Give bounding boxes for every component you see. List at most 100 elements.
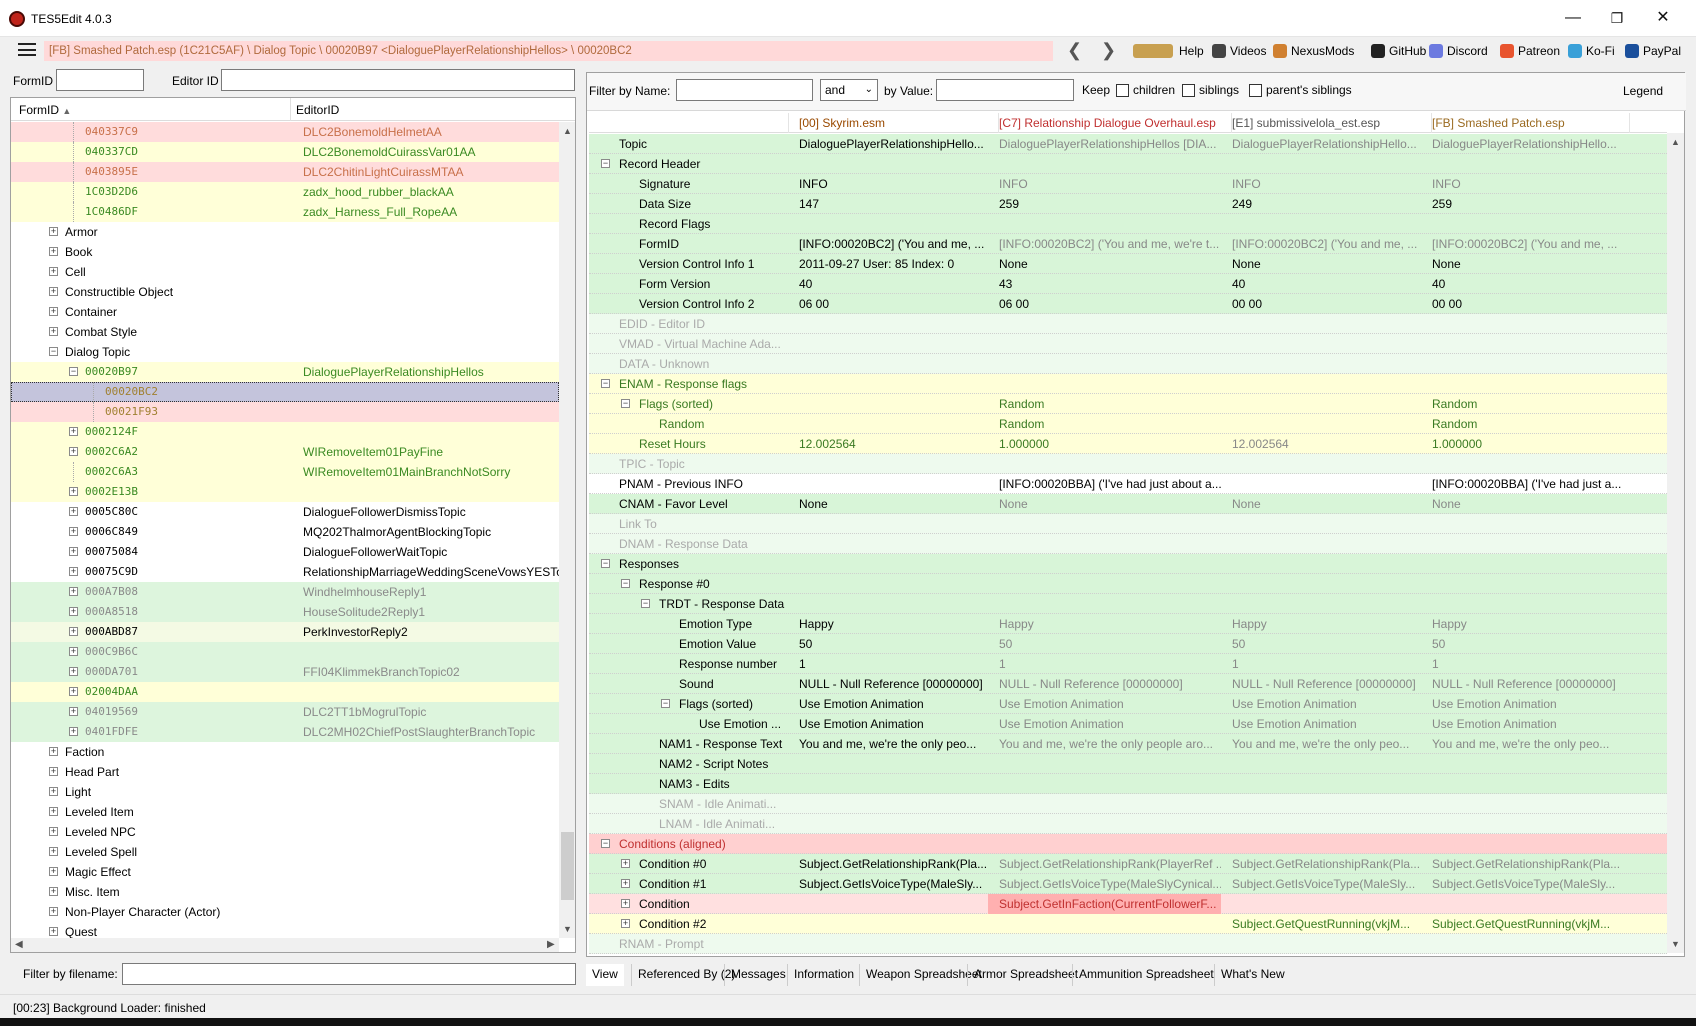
expand-icon[interactable]: + xyxy=(69,567,78,576)
record-row[interactable]: Record Flags xyxy=(589,214,1667,234)
record-row[interactable]: Random Random Random xyxy=(589,414,1667,434)
tree-row[interactable]: 0002C6A3 WIRemoveItem01MainBranchNotSorry xyxy=(11,462,559,482)
tab-armor-spreadsheet[interactable]: Armor Spreadsheet xyxy=(967,964,1084,986)
expand-icon[interactable]: + xyxy=(69,687,78,696)
record-row[interactable]: Emotion Type Happy Happy Happy Happy xyxy=(589,614,1667,634)
record-row[interactable]: Version Control Info 1 2011-09-27 User: 8… xyxy=(589,254,1667,274)
back-arrow-icon[interactable]: ❮ xyxy=(1067,40,1082,61)
scroll-down-icon[interactable]: ▼ xyxy=(1671,939,1680,949)
maximize-button[interactable]: ❐ xyxy=(1594,5,1640,31)
expand-icon[interactable]: + xyxy=(69,447,78,456)
forward-arrow-icon[interactable]: ❯ xyxy=(1101,40,1116,61)
and-select[interactable]: and ⌄ xyxy=(820,79,878,101)
scrollbar-thumb[interactable] xyxy=(561,832,574,900)
expand-icon[interactable]: + xyxy=(49,927,58,936)
tree-row[interactable]: +0005C80C DialogueFollowerDismissTopic xyxy=(11,502,559,522)
tree-row[interactable]: +0401FDFE DLC2MH02ChiefPostSlaughterBranc… xyxy=(11,722,559,742)
expand-icon[interactable]: + xyxy=(49,287,58,296)
tree-row[interactable]: − Dialog Topic xyxy=(11,342,559,362)
expand-icon[interactable]: + xyxy=(69,587,78,596)
collapse-icon[interactable]: − xyxy=(661,699,670,708)
collapse-icon[interactable]: − xyxy=(621,399,630,408)
column-header[interactable]: [FB] Smashed Patch.esp xyxy=(1432,116,1565,130)
collapse-icon[interactable]: − xyxy=(621,579,630,588)
hamburger-menu-icon[interactable] xyxy=(18,43,36,56)
record-row[interactable]: Signature INFO INFO INFO INFO xyxy=(589,174,1667,194)
record-row[interactable]: Link To xyxy=(589,514,1667,534)
tree-row[interactable]: +000A8518 HouseSolitude2Reply1 xyxy=(11,602,559,622)
scroll-down-icon[interactable]: ▼ xyxy=(563,924,572,934)
parents-siblings-checkbox[interactable] xyxy=(1249,84,1262,97)
tree-row[interactable]: +000ABD87 PerkInvestorReply2 xyxy=(11,622,559,642)
tree-row[interactable]: + Combat Style xyxy=(11,322,559,342)
expand-icon[interactable]: + xyxy=(49,847,58,856)
record-row[interactable]: DATA - Unknown xyxy=(589,354,1667,374)
tree-row[interactable]: + Leveled Spell xyxy=(11,842,559,862)
record-row[interactable]: NAM1 - Response Text You and me, we're th… xyxy=(589,734,1667,754)
expand-icon[interactable]: + xyxy=(49,787,58,796)
record-row[interactable]: EDID - Editor ID xyxy=(589,314,1667,334)
expand-icon[interactable]: + xyxy=(49,227,58,236)
record-row[interactable]: − Responses xyxy=(589,554,1667,574)
collapse-icon[interactable]: − xyxy=(69,367,78,376)
record-row[interactable]: + Condition Subject.GetInFaction(CurrentFo… xyxy=(589,894,1667,914)
record-row[interactable]: − Flags (sorted) Use Emotion Animation Use … xyxy=(589,694,1667,714)
tree-row[interactable]: + Magic Effect xyxy=(11,862,559,882)
editorid-input[interactable] xyxy=(221,69,575,91)
record-row[interactable]: NAM2 - Script Notes xyxy=(589,754,1667,774)
record-row[interactable]: Form Version 40 43 40 40 xyxy=(589,274,1667,294)
tree-row[interactable]: + Armor xyxy=(11,222,559,242)
tree-row[interactable]: + Book xyxy=(11,242,559,262)
record-row[interactable]: + Condition #2 Subject.GetQuestRunning(vkj… xyxy=(589,914,1667,934)
expand-icon[interactable]: + xyxy=(69,527,78,536)
siblings-checkbox[interactable] xyxy=(1182,84,1195,97)
record-row[interactable]: FormID [INFO:00020BC2] ('You and me, ... [… xyxy=(589,234,1667,254)
scroll-right-icon[interactable]: ▶ xyxy=(547,939,555,950)
expand-icon[interactable]: + xyxy=(69,427,78,436)
record-row[interactable]: Reset Hours 12.002564 1.000000 12.002564 1.0… xyxy=(589,434,1667,454)
record-row[interactable]: Data Size 147 259 249 259 xyxy=(589,194,1667,214)
collapse-icon[interactable]: − xyxy=(601,379,610,388)
formid-input[interactable] xyxy=(56,69,144,91)
expand-icon[interactable]: + xyxy=(69,547,78,556)
toolbar-link-discord[interactable]: Discord xyxy=(1429,44,1488,58)
column-header[interactable]: [C7] Relationship Dialogue Overhaul.esp xyxy=(999,116,1216,130)
tree-row[interactable]: + Misc. Item xyxy=(11,882,559,902)
tree-row[interactable]: + Light xyxy=(11,782,559,802)
tree-row[interactable]: 1C0486DF zadx_Harness_Full_RopeAA xyxy=(11,202,559,222)
record-row[interactable]: + Condition #0 Subject.GetRelationshipRank… xyxy=(589,854,1667,874)
toolbar-link-patreon[interactable]: Patreon xyxy=(1500,44,1560,58)
collapse-icon[interactable]: − xyxy=(601,159,610,168)
tree-row[interactable]: +04019569 DLC2TT1bMogrulTopic xyxy=(11,702,559,722)
tab-messages[interactable]: Messages xyxy=(724,964,792,986)
record-row[interactable]: Version Control Info 2 06 00 06 00 00 00 00 … xyxy=(589,294,1667,314)
expand-icon[interactable]: + xyxy=(49,887,58,896)
children-checkbox[interactable] xyxy=(1116,84,1129,97)
record-row[interactable]: Emotion Value 50 50 50 50 xyxy=(589,634,1667,654)
expand-icon[interactable]: + xyxy=(621,919,630,928)
collapse-icon[interactable]: − xyxy=(601,559,610,568)
expand-icon[interactable]: + xyxy=(69,487,78,496)
expand-icon[interactable]: + xyxy=(49,747,58,756)
tree-row[interactable]: +000C9B6C xyxy=(11,642,559,662)
collapse-icon[interactable]: − xyxy=(601,839,610,848)
expand-icon[interactable]: + xyxy=(69,627,78,636)
record-row[interactable]: NAM3 - Edits xyxy=(589,774,1667,794)
expand-icon[interactable]: + xyxy=(69,727,78,736)
record-row[interactable]: TPIC - Topic xyxy=(589,454,1667,474)
expand-icon[interactable]: + xyxy=(49,907,58,916)
record-row[interactable]: − ENAM - Response flags xyxy=(589,374,1667,394)
toolbar-link-kofi[interactable]: Ko-Fi xyxy=(1568,44,1615,58)
tab-view[interactable]: View xyxy=(586,964,624,986)
toolbar-link-help[interactable]: Help xyxy=(1133,44,1204,58)
record-row[interactable]: DNAM - Response Data xyxy=(589,534,1667,554)
record-row[interactable]: RNAM - Prompt xyxy=(589,934,1667,954)
expand-icon[interactable]: + xyxy=(49,247,58,256)
record-row[interactable]: Response number 1 1 1 1 xyxy=(589,654,1667,674)
tree-horizontal-scrollbar[interactable]: ◀ ▶ xyxy=(11,938,559,952)
expand-icon[interactable]: + xyxy=(49,807,58,816)
toolbar-link-nexusmods[interactable]: NexusMods xyxy=(1273,44,1354,58)
record-row[interactable]: VMAD - Virtual Machine Ada... xyxy=(589,334,1667,354)
tree-row[interactable]: + Non-Player Character (Actor) xyxy=(11,902,559,922)
tree-row[interactable]: −00020B97 DialoguePlayerRelationshipHello… xyxy=(11,362,559,382)
